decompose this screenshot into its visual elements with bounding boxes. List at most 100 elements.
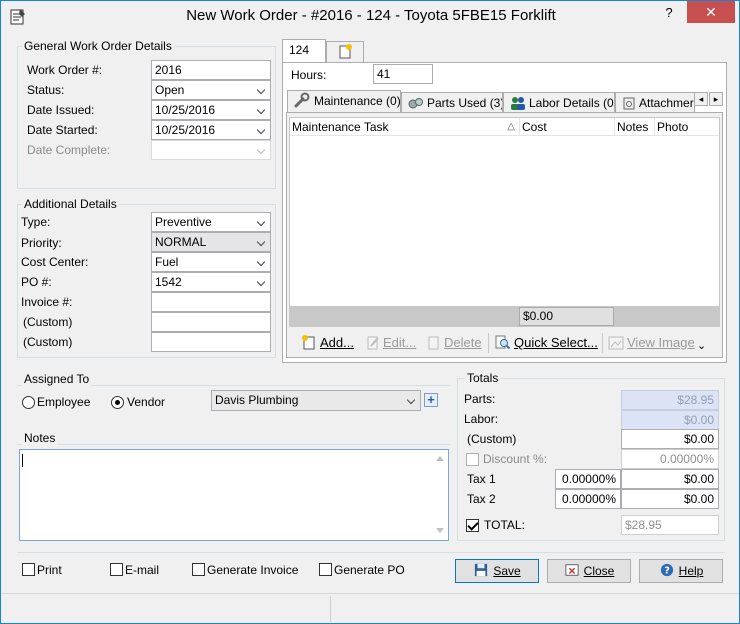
tax2-rate-field[interactable]: 0.00000%: [555, 489, 621, 509]
edit-button-label: Edit...: [383, 335, 417, 350]
tax2-label: Tax 2: [467, 492, 496, 506]
delete-icon: [428, 336, 439, 350]
window-close-button[interactable]: ✕: [687, 1, 735, 23]
status-select[interactable]: Open: [151, 80, 271, 100]
col-maintenance-task[interactable]: Maintenance Task △: [290, 118, 520, 136]
title-bar: New Work Order - #2016 - 124 - Toyota 5F…: [1, 1, 739, 32]
invoice-field[interactable]: [151, 292, 271, 312]
discount-checkbox[interactable]: [466, 453, 479, 466]
tabs-scroll-right-button[interactable]: ▸: [709, 92, 723, 106]
po-value: 1542: [155, 275, 182, 289]
tab-attachments[interactable]: Attachmer: [615, 92, 695, 114]
date-started-picker[interactable]: 10/25/2016: [151, 120, 271, 140]
tab-maintenance[interactable]: Maintenance (0): [287, 90, 401, 114]
generate-po-label[interactable]: Generate PO: [334, 563, 405, 577]
scroll-down-icon[interactable]: [436, 528, 444, 533]
chevron-down-icon: [407, 392, 417, 408]
floppy-disk-icon: [475, 563, 488, 577]
notes-divider: [17, 444, 450, 445]
totals-legend: Totals: [465, 371, 501, 385]
generate-invoice-label[interactable]: Generate Invoice: [207, 563, 298, 577]
priority-select[interactable]: NORMAL: [151, 232, 271, 252]
close-document-icon: [565, 564, 579, 576]
col-cost-label: Cost: [522, 120, 547, 134]
add-document-icon: [302, 335, 315, 350]
work-order-field[interactable]: 2016: [151, 60, 271, 80]
close-button[interactable]: Close: [547, 559, 631, 583]
maintenance-grid[interactable]: Maintenance Task △ Cost Notes Photo: [289, 117, 720, 327]
assigned-to-legend: Assigned To: [22, 372, 92, 386]
toolbar-overflow-button[interactable]: ⌄: [697, 337, 706, 355]
employee-radio-label[interactable]: Employee: [37, 395, 90, 409]
status-bar: [1, 593, 739, 623]
vendor-select[interactable]: Davis Plumbing: [211, 390, 421, 411]
delete-button-label: Delete: [444, 335, 482, 350]
help-button-label: Help: [678, 564, 704, 578]
tab-labor-details[interactable]: Labor Details (0): [503, 92, 615, 114]
work-order-label: Work Order #:: [27, 63, 103, 77]
email-checkbox[interactable]: [110, 563, 123, 576]
discount-label: Discount %:: [483, 452, 548, 466]
total-checkbox[interactable]: [466, 519, 479, 532]
hours-field[interactable]: 41: [373, 64, 433, 84]
col-notes[interactable]: Notes: [615, 118, 655, 136]
save-button[interactable]: Save: [455, 559, 539, 583]
image-icon: [608, 336, 624, 350]
custom1-field[interactable]: [151, 312, 271, 332]
generate-po-checkbox[interactable]: [319, 563, 332, 576]
parts-total-field: $28.95: [621, 390, 719, 410]
po-select[interactable]: 1542: [151, 272, 271, 292]
title-help-button[interactable]: ?: [654, 1, 684, 25]
work-order-window: New Work Order - #2016 - 124 - Toyota 5F…: [0, 0, 740, 624]
tabs-scroll-left-button[interactable]: ◂: [694, 92, 708, 106]
edit-button[interactable]: Edit...: [366, 334, 416, 352]
add-button-label: Add...: [320, 335, 354, 350]
col-cost[interactable]: Cost: [520, 118, 615, 136]
custom-total-field[interactable]: $0.00: [621, 429, 719, 449]
date-complete-label: Date Complete:: [27, 143, 111, 157]
tab-labor-details-label: Labor Details (0): [529, 96, 615, 110]
add-vendor-button[interactable]: +: [424, 393, 438, 407]
status-separator: [330, 596, 331, 622]
print-label[interactable]: Print: [37, 563, 62, 577]
general-details-legend: General Work Order Details: [22, 39, 174, 53]
tab-asset-124[interactable]: 124: [282, 39, 326, 63]
chevron-down-icon: [257, 234, 267, 250]
window-title: New Work Order - #2016 - 124 - Toyota 5F…: [186, 7, 556, 24]
cost-center-select[interactable]: Fuel: [151, 252, 271, 272]
vendor-radio-label[interactable]: Vendor: [127, 395, 165, 409]
print-checkbox[interactable]: [22, 563, 35, 576]
view-image-button[interactable]: View Image: [608, 334, 695, 352]
notes-scrollbar[interactable]: [432, 450, 448, 540]
delete-button[interactable]: Delete: [427, 334, 482, 352]
col-photo[interactable]: Photo: [655, 118, 719, 136]
labor-total-field: $0.00: [621, 410, 719, 430]
chevron-down-icon: [257, 122, 267, 138]
custom1-label: (Custom): [23, 315, 73, 329]
hours-label: Hours:: [291, 68, 327, 82]
tax2-amount-field: $0.00: [621, 489, 719, 509]
save-button-label: Save: [493, 564, 521, 578]
date-issued-picker[interactable]: 10/25/2016: [151, 100, 271, 120]
tab-new-asset[interactable]: [326, 41, 364, 63]
generate-invoice-checkbox[interactable]: [192, 563, 205, 576]
quick-select-button[interactable]: Quick Select...: [495, 334, 598, 352]
notes-textarea[interactable]: [19, 449, 449, 541]
labor-label: Labor:: [464, 412, 499, 426]
date-issued-label: Date Issued:: [27, 103, 95, 117]
parts-label: Parts:: [464, 392, 496, 406]
scroll-up-icon[interactable]: [436, 456, 444, 461]
gears-icon: [408, 98, 423, 109]
po-label: PO #:: [21, 275, 52, 289]
tax1-label: Tax 1: [467, 472, 496, 486]
type-select[interactable]: Preventive: [151, 212, 271, 232]
custom2-field[interactable]: [151, 332, 271, 352]
help-button[interactable]: ? Help: [639, 559, 723, 583]
vendor-radio[interactable]: [111, 396, 124, 409]
tab-parts-used[interactable]: Parts Used (3): [401, 92, 503, 114]
email-label[interactable]: E-mail: [125, 563, 159, 577]
new-document-icon: [339, 44, 352, 59]
employee-radio[interactable]: [22, 396, 35, 409]
tax1-rate-field[interactable]: 0.00000%: [555, 469, 621, 489]
add-button[interactable]: Add...: [301, 334, 354, 352]
